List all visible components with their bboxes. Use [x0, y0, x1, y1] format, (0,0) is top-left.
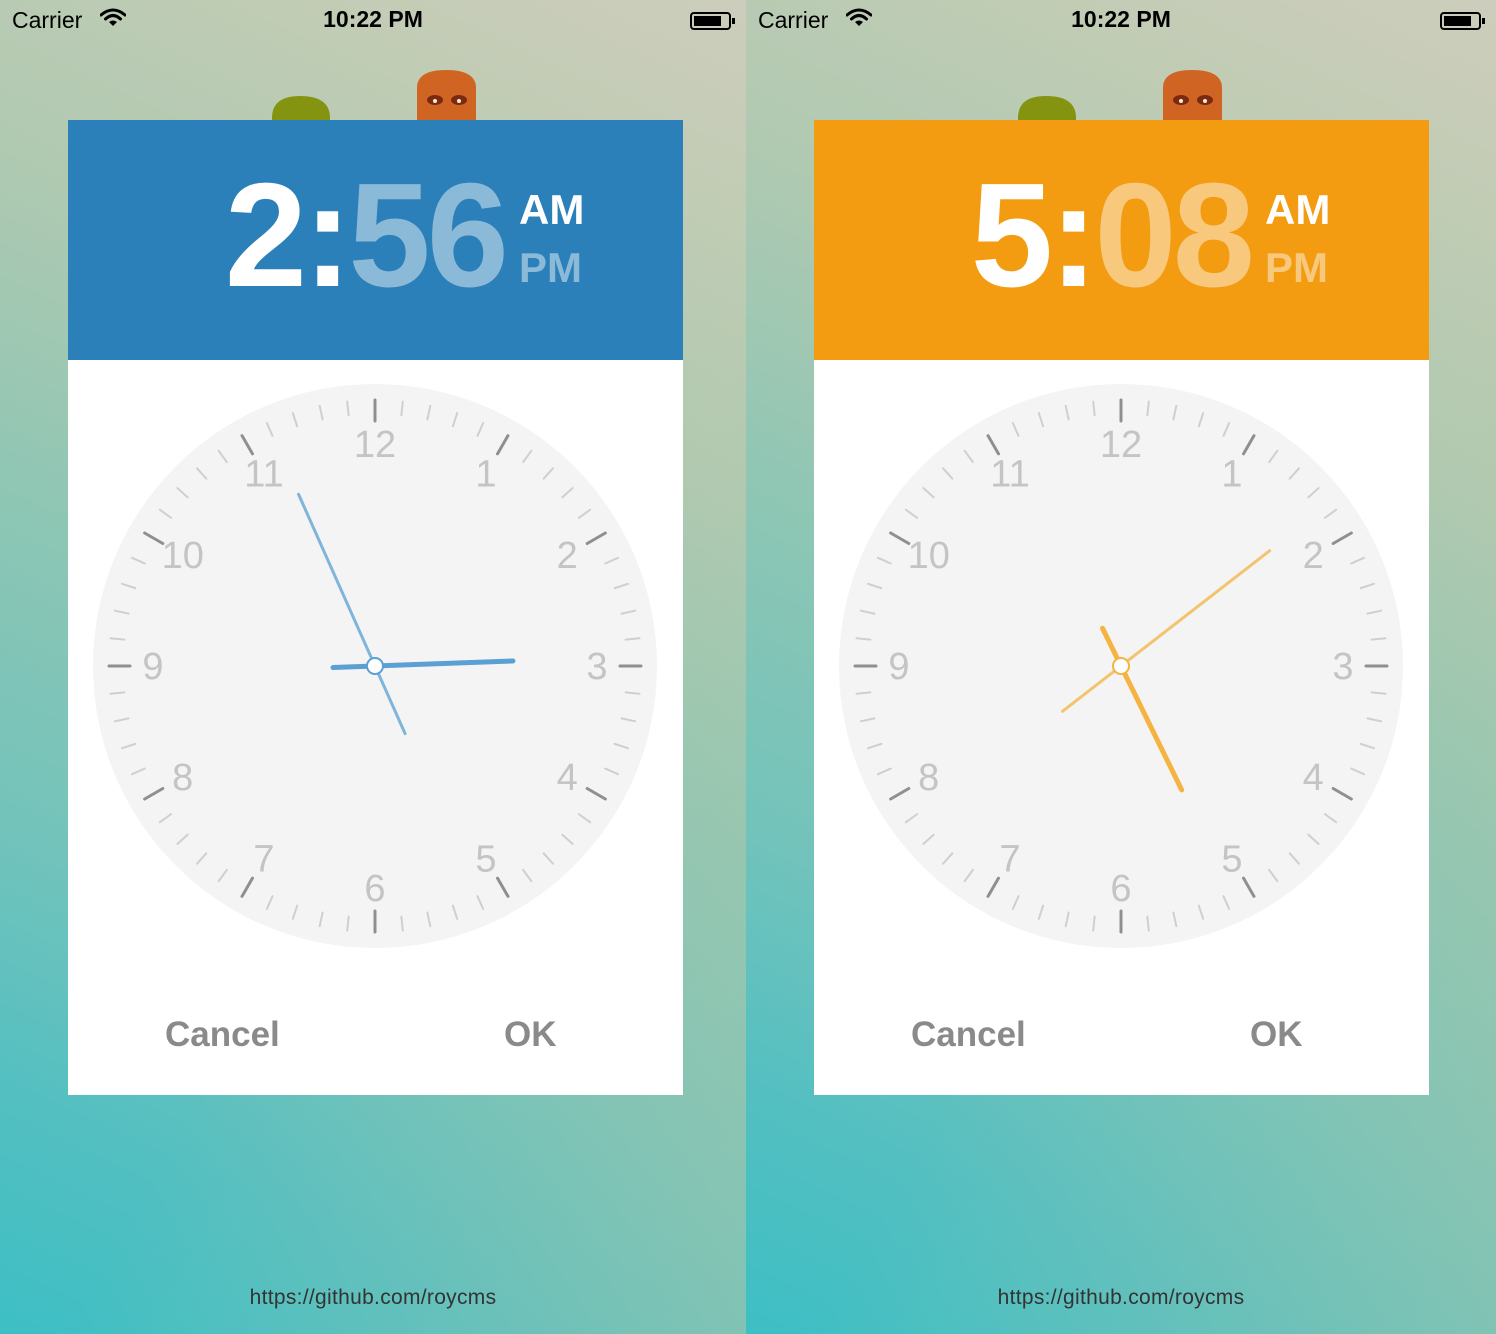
time-picker-dialog: 5:08 AM PM 12 1 2 3 4 5 6 7 8 9 10 11 Cancel OK	[814, 120, 1429, 1095]
pm-toggle[interactable]: PM	[1265, 244, 1328, 292]
phone-screen-orange: Carrier 10:22 PM 5:08 AM PM 12 1 2 3 4 5…	[746, 0, 1496, 1334]
clock-number: 10	[908, 535, 950, 577]
clock-center-pin	[366, 657, 384, 675]
am-toggle[interactable]: AM	[1265, 186, 1330, 234]
minutes-value[interactable]: 08	[1094, 153, 1255, 318]
phone-screen-blue: Carrier 10:22 PM 2:56 AM PM 12 1 2 3 4 5…	[0, 0, 746, 1334]
battery-icon	[1440, 12, 1485, 30]
time-picker-header: 2:56 AM PM	[68, 120, 683, 360]
clock-face[interactable]: 121234567891011	[814, 360, 1429, 980]
orange-creature-icon	[1163, 70, 1222, 120]
clock-number: 6	[364, 868, 385, 910]
time-separator: :	[1049, 153, 1098, 318]
orange-creature-icon	[417, 70, 476, 120]
green-creature-icon	[1018, 96, 1076, 120]
clock-number: 8	[918, 757, 939, 799]
cancel-button[interactable]: Cancel	[911, 1015, 1026, 1055]
battery-icon	[690, 12, 735, 30]
status-time: 10:22 PM	[323, 6, 423, 32]
clock-number: 6	[1110, 868, 1131, 910]
status-time: 10:22 PM	[1071, 6, 1171, 32]
hours-value[interactable]: 5	[971, 153, 1053, 318]
clock-number: 1	[475, 454, 496, 496]
ok-button[interactable]: OK	[504, 1015, 557, 1055]
am-toggle[interactable]: AM	[519, 186, 584, 234]
hours-value[interactable]: 2	[225, 153, 307, 318]
time-picker-dialog: 2:56 AM PM 12 1 2 3 4 5 6 7 8 9 10 11 Cancel OK	[68, 120, 683, 1095]
clock-number: 12	[1100, 424, 1142, 466]
cancel-button[interactable]: Cancel	[165, 1015, 280, 1055]
minutes-value[interactable]: 56	[348, 153, 509, 318]
clock-number: 4	[1303, 757, 1324, 799]
clock-number: 3	[586, 646, 607, 688]
ok-button[interactable]: OK	[1250, 1015, 1303, 1055]
clock-number: 5	[475, 838, 496, 880]
clock-number: 5	[1221, 838, 1242, 880]
clock-face[interactable]: 121234567891011	[68, 360, 683, 980]
clock-number: 2	[557, 535, 578, 577]
clock-number: 11	[244, 454, 283, 496]
clock-number: 12	[354, 424, 396, 466]
clock-number: 10	[162, 535, 204, 577]
clock-number: 8	[172, 757, 193, 799]
clock-number: 7	[253, 838, 274, 880]
selected-time-display: 5:08	[971, 162, 1255, 310]
clock-number: 9	[888, 646, 909, 688]
footer-link[interactable]: https://github.com/roycms	[746, 1286, 1496, 1310]
clock-number: 11	[990, 454, 1029, 496]
status-bar: Carrier 10:22 PM	[746, 0, 1496, 42]
green-creature-icon	[272, 96, 330, 120]
pm-toggle[interactable]: PM	[519, 244, 582, 292]
clock-number: 7	[999, 838, 1020, 880]
footer-link[interactable]: https://github.com/roycms	[0, 1286, 746, 1310]
status-bar: Carrier 10:22 PM	[0, 0, 746, 42]
clock-number: 3	[1332, 646, 1353, 688]
selected-time-display: 2:56	[225, 162, 509, 310]
time-picker-header: 5:08 AM PM	[814, 120, 1429, 360]
clock-number: 4	[557, 757, 578, 799]
clock-center-pin	[1112, 657, 1130, 675]
clock-number: 2	[1303, 535, 1324, 577]
time-separator: :	[303, 153, 352, 318]
clock-number: 1	[1221, 454, 1242, 496]
clock-number: 9	[142, 646, 163, 688]
